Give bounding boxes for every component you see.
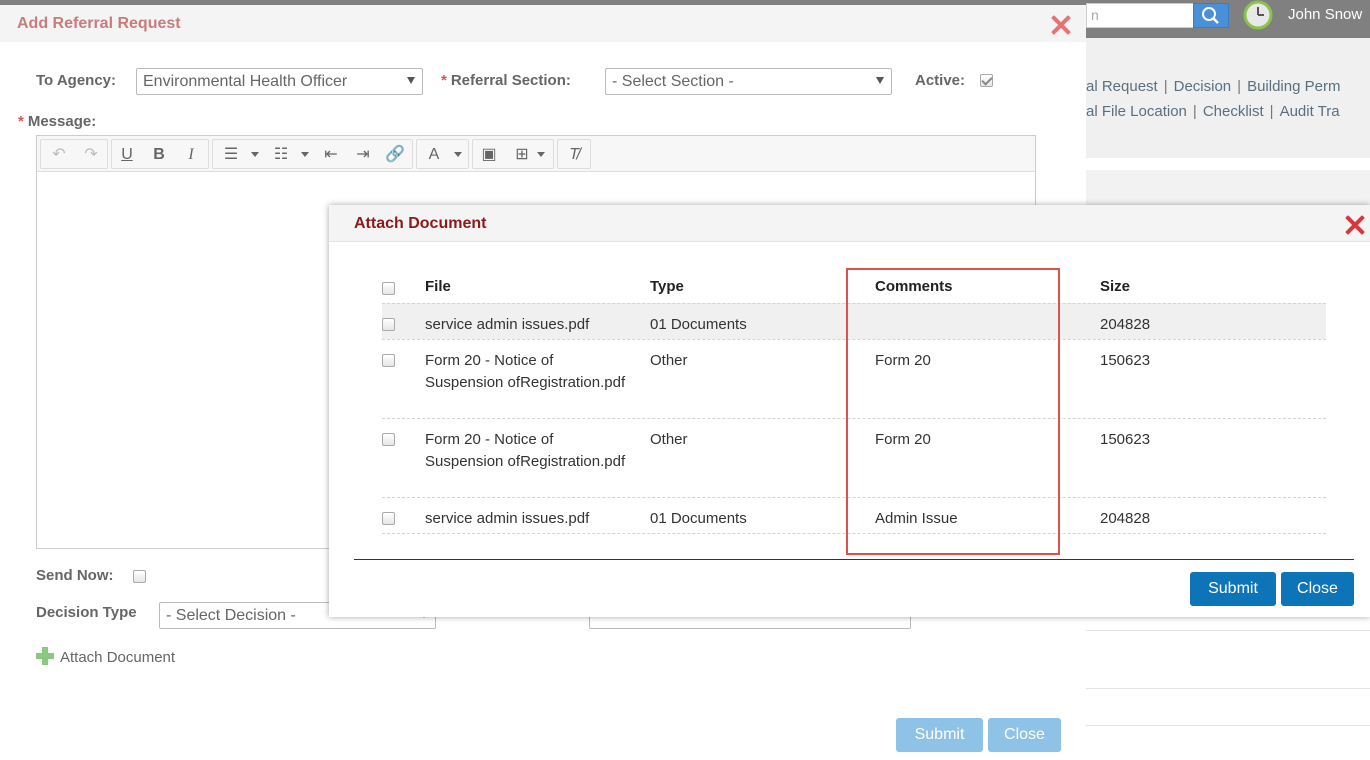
file-type: 01 Documents xyxy=(650,316,747,333)
chevron-down-icon[interactable] xyxy=(301,152,309,157)
history-group: ↶ ↷ xyxy=(40,139,108,169)
close-icon[interactable] xyxy=(1050,14,1072,36)
search-button[interactable] xyxy=(1193,3,1229,28)
referral-close-button[interactable]: Close xyxy=(988,718,1061,752)
underline-icon[interactable]: U xyxy=(115,144,139,166)
referral-modal-header: Add Referral Request xyxy=(0,5,1086,42)
link-icon[interactable]: 🔗 xyxy=(383,144,407,166)
chevron-down-icon xyxy=(876,77,884,84)
file-name: Form 20 - Notice of Suspension ofRegistr… xyxy=(425,431,626,470)
table-icon[interactable]: ⊞ xyxy=(510,144,534,166)
text-color-icon[interactable]: A xyxy=(422,144,446,166)
to-agency-label: To Agency: xyxy=(36,72,117,89)
chevron-down-icon[interactable] xyxy=(537,152,545,157)
clear-group: T̸ xyxy=(557,139,591,169)
column-header-file: File xyxy=(425,278,451,295)
row-checkbox[interactable] xyxy=(382,354,395,367)
editor-toolbar: ↶ ↷ U B I ☰ ☷ ⇤ ⇥ 🔗 A ▣ ⊞ T̸ xyxy=(37,136,1035,172)
background-links-row1: al Request | Decision | Building Perm xyxy=(1086,78,1341,95)
link-checklist[interactable]: Checklist xyxy=(1203,103,1264,120)
background-divider xyxy=(1086,688,1370,689)
column-header-type: Type xyxy=(650,278,684,295)
file-size: 150623 xyxy=(1100,431,1151,448)
referral-section-label: * Referral Section: xyxy=(441,72,571,89)
background-divider xyxy=(1086,630,1370,631)
redo-icon[interactable]: ↷ xyxy=(79,144,103,166)
file-name: Form 20 - Notice of Suspension ofRegistr… xyxy=(425,352,626,391)
active-checkbox[interactable] xyxy=(980,74,993,87)
search-input[interactable]: n xyxy=(1086,3,1194,28)
footer-divider xyxy=(354,559,1354,560)
referral-section-select[interactable]: - Select Section - xyxy=(605,68,892,95)
send-now-checkbox[interactable] xyxy=(133,570,146,583)
outdent-icon[interactable]: ⇤ xyxy=(319,144,343,166)
background-links-row2: al File Location | Checklist | Audit Tra xyxy=(1086,103,1340,120)
attach-close-button[interactable]: Close xyxy=(1281,572,1354,606)
to-agency-select[interactable]: Environmental Health Officer xyxy=(136,68,423,95)
row-checkbox[interactable] xyxy=(382,433,395,446)
chevron-down-icon[interactable] xyxy=(454,152,462,157)
undo-icon[interactable]: ↶ xyxy=(47,144,71,166)
file-size: 204828 xyxy=(1100,316,1151,333)
numbered-list-icon[interactable]: ☷ xyxy=(269,144,293,166)
active-label: Active: xyxy=(915,72,966,89)
insert-group: ▣ ⊞ xyxy=(472,139,554,169)
decision-type-label: Decision Type xyxy=(36,604,137,621)
attach-document-modal: Attach Document File Type Comments Size … xyxy=(329,205,1370,617)
referral-submit-button[interactable]: Submit xyxy=(896,718,983,752)
link-decision[interactable]: Decision xyxy=(1174,78,1232,95)
bold-icon[interactable]: B xyxy=(147,144,171,166)
attach-modal-title: Attach Document xyxy=(354,215,487,232)
user-name[interactable]: John Snow xyxy=(1288,6,1362,23)
chevron-down-icon[interactable] xyxy=(251,152,259,157)
italic-icon[interactable]: I xyxy=(179,144,203,166)
background-tab-panel xyxy=(1086,38,1370,158)
background-divider xyxy=(1086,725,1370,726)
file-type: 01 Documents xyxy=(650,510,747,527)
clear-format-icon[interactable]: T̸ xyxy=(562,144,586,166)
column-header-size: Size xyxy=(1100,278,1131,295)
attach-document-link[interactable]: Attach Document xyxy=(36,647,175,666)
link-building-permit[interactable]: Building Perm xyxy=(1247,78,1340,95)
file-size: 150623 xyxy=(1100,352,1151,369)
referral-section-value: - Select Section - xyxy=(612,73,734,90)
bullet-list-icon[interactable]: ☰ xyxy=(219,144,243,166)
indent-icon[interactable]: ⇥ xyxy=(351,144,375,166)
chevron-down-icon xyxy=(407,77,415,84)
comments-highlight-box xyxy=(846,268,1060,555)
row-checkbox[interactable] xyxy=(382,318,395,331)
search-icon xyxy=(1202,7,1219,24)
link-referral-request[interactable]: al Request xyxy=(1086,78,1158,95)
referral-modal-title: Add Referral Request xyxy=(17,15,181,32)
link-file-location[interactable]: al File Location xyxy=(1086,103,1187,120)
file-name: service admin issues.pdf xyxy=(425,510,590,527)
plus-icon xyxy=(36,647,54,665)
file-size: 204828 xyxy=(1100,510,1151,527)
background-content-header xyxy=(1086,170,1370,206)
format-group: U B I xyxy=(111,139,209,169)
attach-modal-header: Attach Document xyxy=(329,205,1370,242)
decision-type-value: - Select Decision - xyxy=(166,607,296,624)
link-audit-trail[interactable]: Audit Tra xyxy=(1280,103,1340,120)
attach-submit-button[interactable]: Submit xyxy=(1190,572,1276,606)
row-checkbox[interactable] xyxy=(382,512,395,525)
send-now-label: Send Now: xyxy=(36,567,114,584)
close-icon[interactable] xyxy=(1344,214,1366,236)
file-name: service admin issues.pdf xyxy=(425,316,590,333)
message-label: * Message: xyxy=(18,113,97,130)
file-type: Other xyxy=(650,431,688,448)
file-type: Other xyxy=(650,352,688,369)
select-all-checkbox[interactable] xyxy=(382,282,395,295)
list-group: ☰ ☷ ⇤ ⇥ 🔗 xyxy=(212,139,413,169)
image-icon[interactable]: ▣ xyxy=(477,144,501,166)
clock-icon[interactable] xyxy=(1241,0,1275,32)
color-group: A xyxy=(416,139,469,169)
to-agency-value: Environmental Health Officer xyxy=(143,73,348,90)
